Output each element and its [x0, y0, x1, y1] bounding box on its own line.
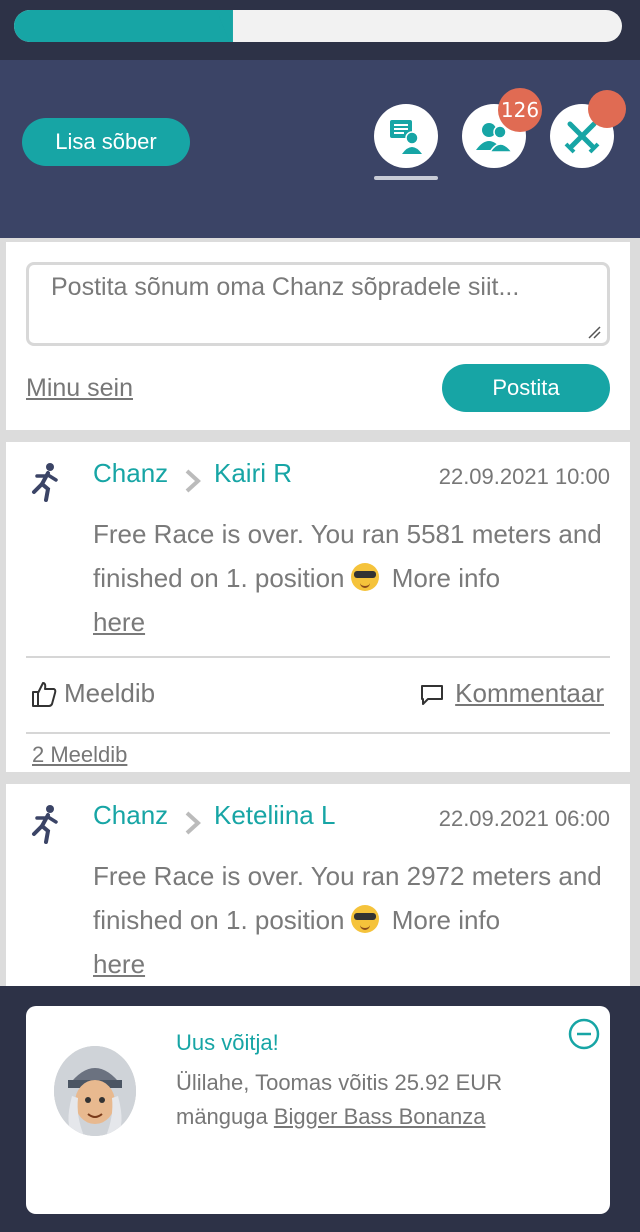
- divider: [26, 656, 610, 658]
- notification-title: Uus võitja!: [176, 1030, 279, 1055]
- feed-tab[interactable]: [374, 104, 438, 168]
- friends-badge: 126: [498, 88, 542, 132]
- chevron-right-icon: [185, 469, 201, 493]
- winner-avatar: [54, 1046, 136, 1136]
- runner-icon: [32, 805, 58, 844]
- feed-here-link[interactable]: here: [93, 607, 145, 637]
- collapse-icon[interactable]: [568, 1018, 600, 1050]
- bottom-bar: Uus võitja! Ülilahe, Toomas võitis 25.92…: [0, 986, 640, 1232]
- post-button[interactable]: Postita: [442, 364, 610, 412]
- feed-more-info: More info: [384, 905, 501, 935]
- post-composer: Postita sõnum oma Chanz sõpradele siit..…: [6, 242, 630, 430]
- add-friend-button[interactable]: Lisa sõber: [22, 118, 190, 166]
- comment-button[interactable]: Kommentaar: [419, 678, 604, 709]
- feed-icon: [390, 120, 422, 154]
- runner-icon: [32, 463, 58, 502]
- comment-label: Kommentaar: [455, 678, 604, 708]
- thumbs-up-icon: [32, 681, 57, 707]
- post-message-input[interactable]: Postita sõnum oma Chanz sõpradele siit..…: [26, 262, 610, 346]
- feed-to-name[interactable]: Keteliina L: [214, 800, 335, 831]
- likes-count-link[interactable]: 2 Meeldib: [32, 742, 127, 768]
- progress-fill: [14, 10, 233, 42]
- like-button[interactable]: Meeldib: [30, 678, 155, 709]
- comment-icon: [421, 684, 444, 705]
- resize-handle-icon[interactable]: [587, 325, 601, 339]
- feed-more-info: More info: [384, 563, 501, 593]
- sunglasses-emoji-icon: [350, 905, 379, 933]
- active-tab-indicator: [374, 176, 438, 180]
- feed-from-name[interactable]: Chanz: [93, 800, 168, 831]
- game-link[interactable]: Bigger Bass Bonanza: [274, 1104, 486, 1129]
- progress-bar: [14, 10, 622, 42]
- feed-here-link[interactable]: here: [93, 949, 145, 979]
- feed-to-name[interactable]: Kairi R: [214, 458, 292, 489]
- header: Lisa sõber 126: [0, 60, 640, 238]
- feed-date: 22.09.2021 10:00: [438, 464, 610, 489]
- feed-message-text: Free Race is over. You ran 5581 meters a…: [93, 519, 602, 593]
- feed-message: Free Race is over. You ran 2972 meters a…: [93, 854, 613, 986]
- viking-avatar-icon: [54, 1046, 136, 1136]
- feed-item: Chanz Kairi R 22.09.2021 10:00 Free Race…: [6, 442, 630, 772]
- like-label: Meeldib: [64, 678, 156, 708]
- sunglasses-emoji-icon: [350, 563, 379, 591]
- divider: [26, 732, 610, 734]
- chevron-right-icon: [185, 811, 201, 835]
- my-wall-link[interactable]: Minu sein: [26, 374, 133, 403]
- battle-badge: [588, 90, 626, 128]
- feed-from-name[interactable]: Chanz: [93, 458, 168, 489]
- feed-message-text: Free Race is over. You ran 2972 meters a…: [93, 861, 602, 935]
- feed-message: Free Race is over. You ran 5581 meters a…: [93, 512, 613, 644]
- feed-content[interactable]: Postita sõnum oma Chanz sõpradele siit..…: [0, 238, 640, 986]
- top-bar: [0, 0, 640, 60]
- feed-date: 22.09.2021 06:00: [438, 806, 610, 831]
- winner-notification: Uus võitja! Ülilahe, Toomas võitis 25.92…: [26, 1006, 610, 1214]
- notification-text: Ülilahe, Toomas võitis 25.92 EUR mänguga…: [176, 1066, 576, 1134]
- feed-item: Chanz Keteliina L 22.09.2021 06:00 Free …: [6, 784, 630, 986]
